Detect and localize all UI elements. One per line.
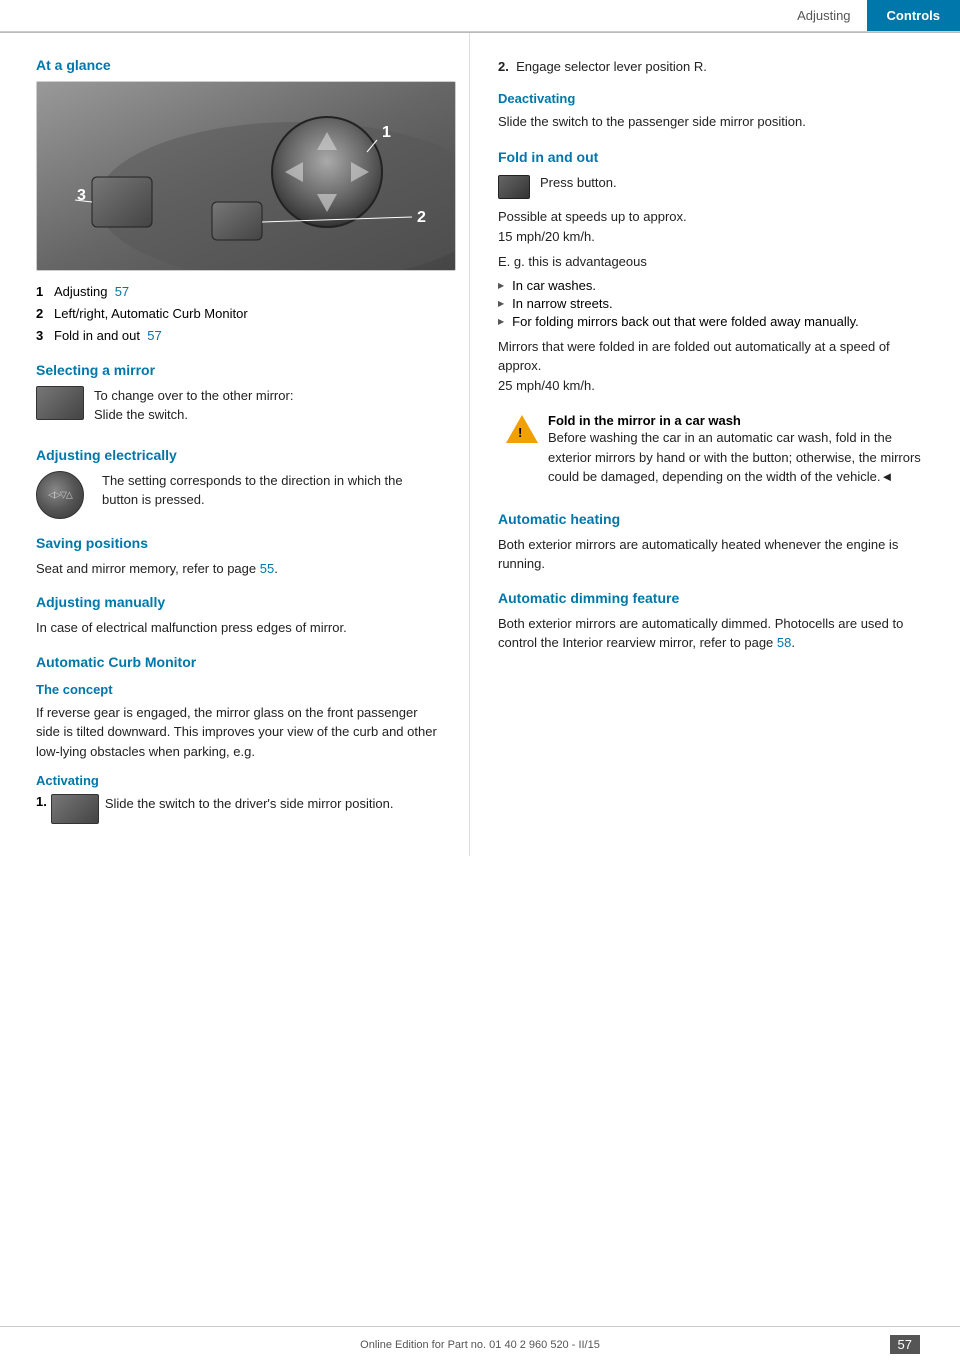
- adjusting-electrically-heading: Adjusting electrically: [36, 447, 441, 463]
- mirror-switch-icon: [36, 386, 84, 420]
- page-number: 57: [890, 1335, 920, 1354]
- warning-box: Fold in the mirror in a car wash Before …: [498, 405, 932, 495]
- left-column: At a glance: [0, 33, 470, 856]
- bullet-narrow-streets: In narrow streets.: [498, 296, 932, 311]
- rotary-icon: [36, 471, 84, 519]
- at-a-glance-heading: At a glance: [36, 57, 441, 73]
- warning-body: Before washing the car in an automatic c…: [548, 430, 921, 484]
- svg-text:2: 2: [417, 209, 426, 226]
- bullet-folding-back: For folding mirrors back out that were f…: [498, 314, 932, 329]
- fold-bullets: In car washes. In narrow streets. For fo…: [498, 278, 932, 329]
- activating-heading: Activating: [36, 773, 441, 788]
- step-2: 2. Engage selector lever position R.: [498, 57, 932, 77]
- triangle-shape: [506, 415, 538, 443]
- warning-text-area: Fold in the mirror in a car wash Before …: [548, 413, 924, 487]
- automatic-heating-text: Both exterior mirrors are automatically …: [498, 535, 932, 574]
- bullet-car-washes: In car washes.: [498, 278, 932, 293]
- header-bar: Adjusting Controls: [0, 0, 960, 32]
- main-content: At a glance: [0, 33, 960, 856]
- press-button-icon: [498, 175, 530, 199]
- automatic-dimming-text: Both exterior mirrors are automatically …: [498, 614, 932, 653]
- adjusting-electrically-text: The setting corresponds to the direction…: [102, 471, 441, 510]
- speed-text: Possible at speeds up to approx.15 mph/2…: [498, 207, 932, 246]
- selecting-mirror-section: To change over to the other mirror:Slide…: [36, 386, 441, 431]
- saving-positions-heading: Saving positions: [36, 535, 441, 551]
- automatic-curb-monitor-heading: Automatic Curb Monitor: [36, 654, 441, 670]
- deactivating-text: Slide the switch to the passenger side m…: [498, 112, 932, 132]
- press-button-label: Press button.: [540, 173, 617, 193]
- adjusting-manually-heading: Adjusting manually: [36, 594, 441, 610]
- selecting-mirror-heading: Selecting a mirror: [36, 362, 441, 378]
- press-button-row: Press button.: [498, 173, 932, 199]
- deactivating-heading: Deactivating: [498, 91, 932, 106]
- switch-image: [36, 386, 84, 420]
- list-item-3: 3 Fold in and out 57: [36, 327, 441, 345]
- list-item-2: 2 Left/right, Automatic Curb Monitor: [36, 305, 441, 323]
- footer-text: Online Edition for Part no. 01 40 2 960 …: [360, 1339, 600, 1351]
- warning-triangle-icon: [506, 413, 538, 445]
- selecting-mirror-text: To change over to the other mirror:Slide…: [94, 386, 441, 431]
- automatic-dimming-heading: Automatic dimming feature: [498, 590, 932, 606]
- header-adjusting-label: Adjusting: [781, 0, 866, 31]
- fold-in-out-heading: Fold in and out: [498, 149, 932, 165]
- numbered-items-list: 1 Adjusting 57 2 Left/right, Automatic C…: [36, 283, 441, 346]
- saving-positions-text: Seat and mirror memory, refer to page 55…: [36, 559, 441, 579]
- automatic-heating-heading: Automatic heating: [498, 511, 932, 527]
- svg-text:1: 1: [382, 124, 391, 141]
- adjusting-electrically-section: The setting corresponds to the direction…: [36, 471, 441, 519]
- concept-text: If reverse gear is engaged, the mirror g…: [36, 703, 441, 762]
- list-item-1: 1 Adjusting 57: [36, 283, 441, 301]
- the-concept-heading: The concept: [36, 682, 441, 697]
- advantageous-text: E. g. this is advantageous: [498, 252, 932, 272]
- adjusting-manually-text: In case of electrical malfunction press …: [36, 618, 441, 638]
- right-column: 2. Engage selector lever position R. Dea…: [470, 33, 960, 856]
- mirror-control-image: 3 1 2: [36, 81, 456, 271]
- rotary-button-icon: [36, 471, 92, 519]
- header-controls-label: Controls: [867, 0, 960, 31]
- footer: Online Edition for Part no. 01 40 2 960 …: [0, 1326, 960, 1362]
- step1-image: [51, 794, 99, 824]
- mirrors-folded-text: Mirrors that were folded in are folded o…: [498, 337, 932, 396]
- warning-heading: Fold in the mirror in a car wash: [548, 413, 741, 428]
- step1-text: Slide the switch to the driver's side mi…: [105, 794, 394, 814]
- step-1: 1. Slide the switch to the driver's side…: [36, 794, 441, 824]
